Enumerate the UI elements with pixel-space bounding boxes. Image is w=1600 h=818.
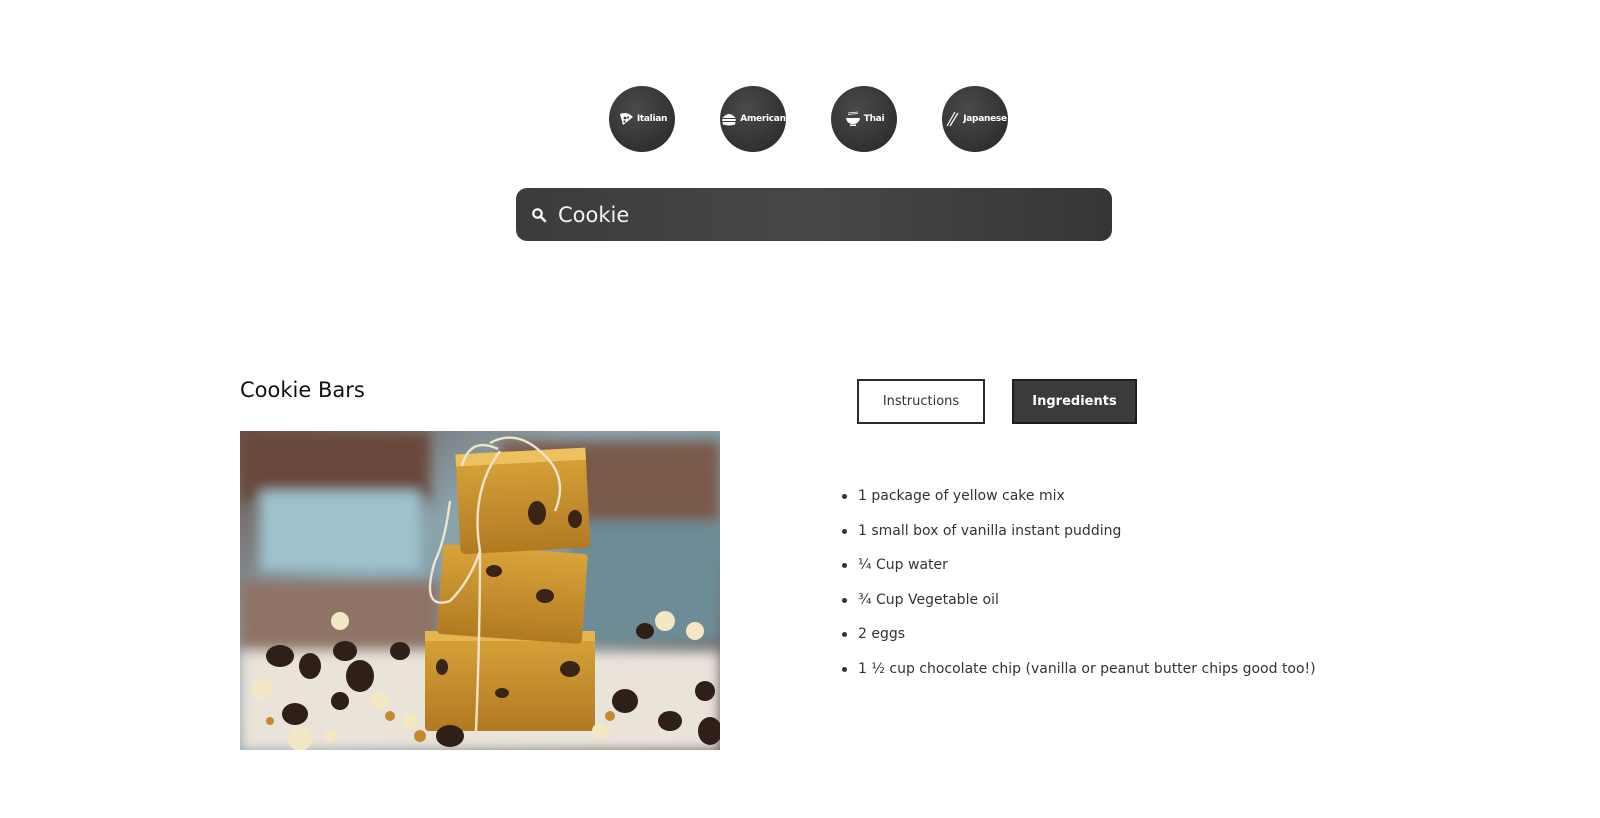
cuisine-label: Japanese xyxy=(963,114,1007,124)
tab-instructions[interactable]: Instructions xyxy=(857,379,985,424)
recipe-image xyxy=(240,431,720,750)
ingredient-item: 1 package of yellow cake mix xyxy=(842,484,1316,519)
ingredient-item: 2 eggs xyxy=(842,622,1316,657)
cuisine-label: Thai xyxy=(863,114,885,124)
cuisine-filters: Italian American Thai Japanese xyxy=(0,86,1600,152)
ingredients-list: 1 package of yellow cake mix 1 small box… xyxy=(842,484,1316,691)
cuisine-label: American xyxy=(740,114,786,124)
burger-icon xyxy=(720,110,738,128)
cuisine-button-thai[interactable]: Thai xyxy=(831,86,897,152)
noodle-bowl-icon xyxy=(844,110,862,128)
tab-ingredients[interactable]: Ingredients xyxy=(1012,379,1137,424)
cuisine-label: Italian xyxy=(636,114,668,124)
recipe-title: Cookie Bars xyxy=(240,378,365,402)
cuisine-button-japanese[interactable]: Japanese xyxy=(942,86,1008,152)
ingredient-item: 1 small box of vanilla instant pudding xyxy=(842,519,1316,554)
chopsticks-icon xyxy=(943,110,961,128)
cuisine-button-italian[interactable]: Italian xyxy=(609,86,675,152)
cuisine-button-american[interactable]: American xyxy=(720,86,786,152)
pizza-icon xyxy=(617,110,635,128)
ingredient-item: 1 ½ cup chocolate chip (vanilla or peanu… xyxy=(842,657,1316,692)
search-input[interactable] xyxy=(558,202,1078,227)
search-bar xyxy=(516,188,1112,241)
ingredient-item: ¾ Cup Vegetable oil xyxy=(842,588,1316,623)
search-icon[interactable] xyxy=(530,206,548,224)
ingredient-item: ¼ Cup water xyxy=(842,553,1316,588)
